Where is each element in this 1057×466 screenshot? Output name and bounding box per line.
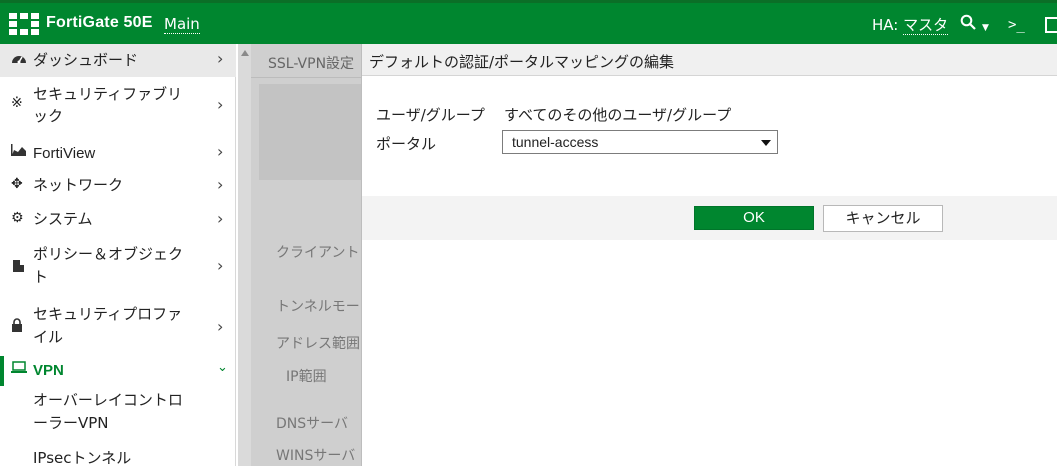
vpn-icon [11,361,27,377]
sidebar-scrollbar[interactable] [238,44,251,466]
sidebar-item-network[interactable]: ✥ ネットワーク › [0,171,236,201]
chevron-right-icon: › [217,175,224,194]
background-label: クライアント [276,245,360,261]
sidebar-item-label: セキュリティプロファ [33,305,183,323]
ha-status[interactable]: HA: マスタ [872,14,949,35]
fortinet-logo-icon[interactable] [9,13,39,35]
dashboard-icon [11,51,27,69]
sidebar-item-fortiview[interactable]: FortiView › [0,138,236,168]
sidebar: ダッシュボード › ※ セキュリティファブリ ック › FortiView › … [0,44,236,466]
chevron-right-icon: › [217,317,224,336]
top-bar: FortiGate 50E Main HA: マスタ ▼ >_ [0,0,1057,44]
user-group-value: すべてのその他のユーザ/グループ [504,106,732,124]
sidebar-subitem-overlay-controller-vpn[interactable]: オーバーレイコントロ ーラーVPN [0,386,236,440]
sidebar-item-label-line2: ック [33,107,64,125]
tab-ssl-vpn-settings: SSL-VPN設定 [268,56,355,72]
fortiview-icon [11,144,27,160]
sidebar-item-vpn[interactable]: VPN ⌄ [0,356,236,386]
sidebar-item-security-profiles[interactable]: セキュリティプロファ イル › [0,298,236,354]
sidebar-subitem-ipsec-tunnels[interactable]: IPsecトンネル [0,444,236,466]
chevron-right-icon: › [217,49,224,68]
background-label: アドレス範囲 [276,336,360,352]
sidebar-item-dashboard[interactable]: ダッシュボード › [0,44,236,77]
gear-icon: ⚙ [11,210,24,226]
sidebar-item-label-line2: ト [33,268,49,286]
sidebar-item-system[interactable]: ⚙ システム › [0,205,236,235]
sidebar-item-label: オーバーレイコントロ [33,391,183,409]
tab-divider [251,77,361,78]
sidebar-item-label: FortiView [33,145,96,162]
cancel-button[interactable]: キャンセル [823,205,943,232]
search-icon[interactable] [960,14,976,34]
portal-label: ポータル [376,135,437,153]
background-label: トンネルモー [276,299,360,315]
sidebar-item-label: システム [33,210,93,228]
chevron-right-icon: › [217,142,224,161]
chevron-right-icon: › [217,256,224,275]
policy-icon [11,259,25,277]
chevron-right-icon: › [217,209,224,228]
cli-console-icon[interactable]: >_ [1008,16,1025,34]
fabric-icon: ※ [11,95,23,111]
sidebar-item-label: VPN [33,362,64,379]
sidebar-item-label: ポリシー＆オブジェク [33,245,184,263]
background-page-overlay: SSL-VPN設定 クライアント トンネルモー アドレス範囲 IP範囲 DNSサ… [251,44,361,466]
sidebar-item-policy-objects[interactable]: ポリシー＆オブジェク ト › [0,239,236,295]
fullscreen-icon[interactable] [1045,17,1057,33]
search-dropdown-caret-icon[interactable]: ▼ [982,19,989,37]
device-name: FortiGate 50E [46,14,153,31]
sidebar-item-label: ダッシュボード [33,51,139,69]
dialog-title: デフォルトの認証/ポータルマッピングの編集 [369,53,675,71]
lock-icon [11,318,23,336]
ok-button[interactable]: OK [694,206,814,230]
sidebar-item-security-fabric[interactable]: ※ セキュリティファブリ ック › [0,77,236,132]
sidebar-item-label: セキュリティファブリ [33,85,183,103]
edit-mapping-dialog: デフォルトの認証/ポータルマッピングの編集 ユーザ/グループ すべてのその他のユ… [361,44,1057,466]
ha-label: HA: [872,16,899,34]
network-icon: ✥ [11,176,23,192]
dialog-header: デフォルトの認証/ポータルマッピングの編集 [362,44,1057,76]
sidebar-item-label: ネットワーク [33,176,124,194]
sidebar-item-label-line2: ーラーVPN [33,414,109,432]
active-indicator [0,356,4,386]
portal-select[interactable]: tunnel-access [502,130,778,154]
portal-select-value: tunnel-access [512,134,599,150]
ha-value: マスタ [903,16,949,35]
user-group-label: ユーザ/グループ [376,106,485,124]
background-label: DNSサーバ [276,416,348,432]
chevron-right-icon: › [217,95,224,114]
vdom-selector[interactable]: Main [164,15,200,34]
sidebar-item-label: IPsecトンネル [33,449,132,466]
background-panel [259,84,361,180]
dropdown-arrow-icon [761,140,771,146]
scroll-up-arrow-icon[interactable] [241,50,249,56]
chevron-down-icon: ⌄ [217,360,228,375]
sidebar-item-label-line2: イル [33,328,64,346]
dialog-footer: OK キャンセル [362,196,1057,240]
background-label: IP範囲 [286,369,327,385]
background-label: WINSサーバ [276,448,356,464]
